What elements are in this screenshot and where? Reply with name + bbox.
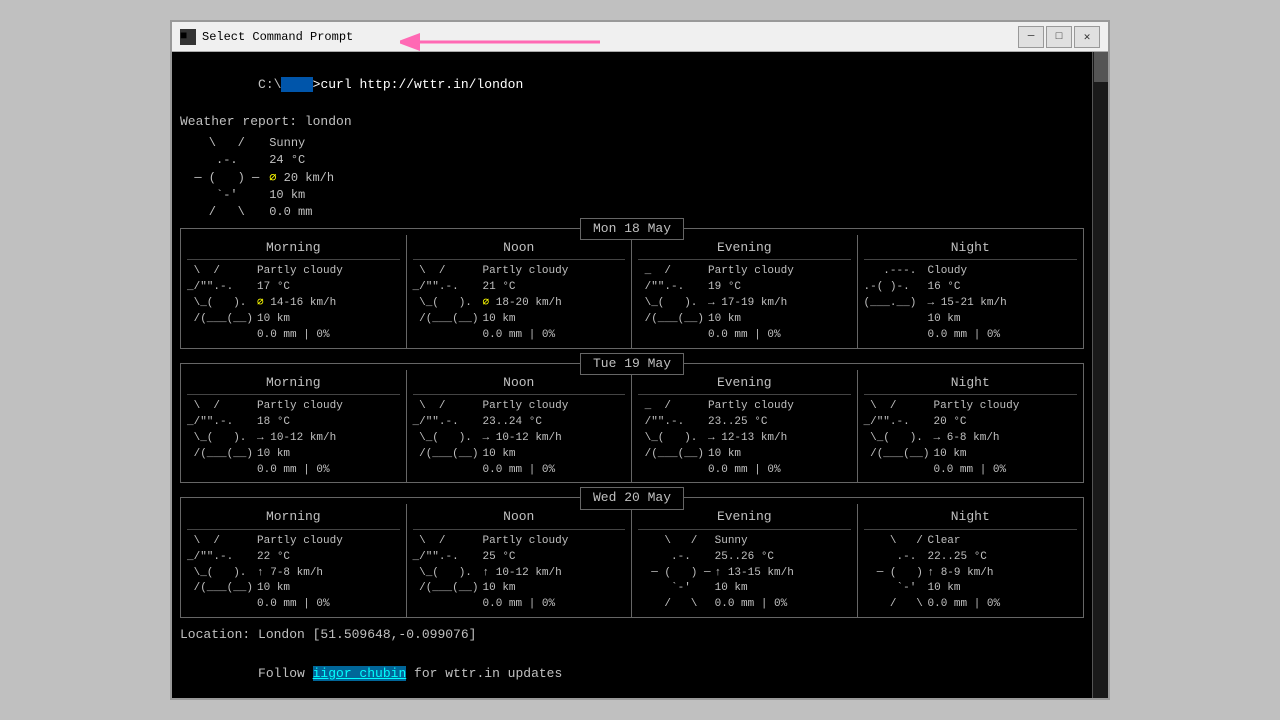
desc-mon-noon: Partly cloudy 21 °C ⌀ 18-20 km/h 10 km 0… [483,264,569,344]
maximize-button[interactable]: □ [1046,26,1072,48]
day-grid-tue: Morning \ / _/"".-. \_( ). /(___(__) Par… [181,370,1083,483]
current-desc: Sunny 24 °C ⌀ 20 km/h 10 km 0.0 mm [269,135,334,222]
period-wed-evening: Evening \ / .-. ─ ( ) ─ `-' / \ Sunny 25… [632,504,858,617]
period-header-mon-noon: Noon [413,239,626,260]
period-mon-noon: Noon \ / _/"".-. \_( ). /(___(__) Partly… [407,235,633,348]
period-content-wed-morning: \ / _/"".-. \_( ). /(___(__) Partly clou… [187,534,400,614]
period-content-tue-night: \ / _/"".-. \_( ). /(___(__) Partly clou… [864,399,1078,479]
period-tue-night: Night \ / _/"".-. \_( ). /(___(__) Partl… [858,370,1084,483]
period-wed-night: Night \ / .-. ─ ( ) `-' / \ Clear 22..25… [858,504,1084,617]
art-wed-noon: \ / _/"".-. \_( ). /(___(__) [413,534,479,614]
period-header-mon-morning: Morning [187,239,400,260]
desc-wed-night: Clear 22..25 °C ↑ 8-9 km/h 10 km 0.0 mm … [928,534,1001,614]
follow-suffix: for wttr.in updates [406,666,562,681]
window-title: Select Command Prompt [202,30,353,44]
command-prompt-window: ■ Select Command Prompt ─ □ ✕ C:\ >curl … [170,20,1110,700]
day-header-mon: Mon 18 May [580,218,684,240]
period-header-tue-morning: Morning [187,374,400,395]
highlight-text [281,77,312,92]
day-header-wed: Wed 20 May [580,487,684,509]
follow-line: Follow iigor_chubin for wttr.in updates [180,647,1084,698]
period-content-mon-evening: _ / /"".-. \_( ). /(___(__) Partly cloud… [638,264,851,344]
period-content-mon-noon: \ / _/"".-. \_( ). /(___(__) Partly clou… [413,264,626,344]
command-line: C:\ >curl http://wttr.in/london [180,58,1084,113]
desc-mon-morning: Partly cloudy 17 °C ⌀ 14-16 km/h 10 km 0… [257,264,343,344]
day-grid-wed: Morning \ / _/"".-. \_( ). /(___(__) Par… [181,504,1083,617]
period-tue-evening: Evening _ / /"".-. \_( ). /(___(__) Part… [632,370,858,483]
title-bar: ■ Select Command Prompt ─ □ ✕ [172,22,1108,52]
weather-report-header: Weather report: london [180,113,1084,131]
period-content-wed-night: \ / .-. ─ ( ) `-' / \ Clear 22..25 °C ↑ … [864,534,1078,614]
period-header-wed-noon: Noon [413,508,626,529]
period-content-wed-evening: \ / .-. ─ ( ) ─ `-' / \ Sunny 25..26 °C … [638,534,851,614]
art-mon-evening: _ / /"".-. \_( ). /(___(__) [638,264,704,344]
period-content-tue-noon: \ / _/"".-. \_( ). /(___(__) Partly clou… [413,399,626,479]
scrollbar-thumb[interactable] [1094,52,1108,82]
art-wed-night: \ / .-. ─ ( ) `-' / \ [864,534,924,614]
art-mon-noon: \ / _/"".-. \_( ). /(___(__) [413,264,479,344]
period-mon-morning: Morning \ / _/"".-. \_( ). /(___(__) Par… [181,235,407,348]
period-header-tue-noon: Noon [413,374,626,395]
period-header-tue-night: Night [864,374,1078,395]
period-header-wed-evening: Evening [638,508,851,529]
desc-mon-night: Cloudy 16 °C → 15-21 km/h 10 km 0.0 mm |… [928,264,1007,344]
current-art: \ / .-. ─ ( ) ─ `-' / \ [180,135,259,222]
period-tue-noon: Noon \ / _/"".-. \_( ). /(___(__) Partly… [407,370,633,483]
period-wed-morning: Morning \ / _/"".-. \_( ). /(___(__) Par… [181,504,407,617]
period-content-tue-evening: _ / /"".-. \_( ). /(___(__) Partly cloud… [638,399,851,479]
period-content-tue-morning: \ / _/"".-. \_( ). /(___(__) Partly clou… [187,399,400,479]
art-wed-morning: \ / _/"".-. \_( ). /(___(__) [187,534,253,614]
scrollbar[interactable] [1092,52,1108,698]
desc-wed-noon: Partly cloudy 25 °C ↑ 10-12 km/h 10 km 0… [483,534,569,614]
day-header-tue: Tue 19 May [580,353,684,375]
command-text: >curl http://wttr.in/london [313,77,524,92]
period-header-wed-morning: Morning [187,508,400,529]
art-tue-night: \ / _/"".-. \_( ). /(___(__) [864,399,930,479]
desc-wed-morning: Partly cloudy 22 °C ↑ 7-8 km/h 10 km 0.0… [257,534,343,614]
art-tue-morning: \ / _/"".-. \_( ). /(___(__) [187,399,253,479]
period-mon-evening: Evening _ / /"".-. \_( ). /(___(__) Part… [632,235,858,348]
period-wed-noon: Noon \ / _/"".-. \_( ). /(___(__) Partly… [407,504,633,617]
period-header-mon-evening: Evening [638,239,851,260]
desc-mon-evening: Partly cloudy 19 °C → 17-19 km/h 10 km 0… [708,264,794,344]
period-content-wed-noon: \ / _/"".-. \_( ). /(___(__) Partly clou… [413,534,626,614]
desc-tue-evening: Partly cloudy 23..25 °C → 12-13 km/h 10 … [708,399,794,479]
art-mon-morning: \ / _/"".-. \_( ). /(___(__) [187,264,253,344]
window-icon: ■ [180,29,196,45]
close-button[interactable]: ✕ [1074,26,1100,48]
desc-tue-morning: Partly cloudy 18 °C → 10-12 km/h 10 km 0… [257,399,343,479]
desc-wed-evening: Sunny 25..26 °C ↑ 13-15 km/h 10 km 0.0 m… [715,534,794,614]
day-section-wed: Wed 20 May Morning \ / _/"".-. \_( ). /(… [180,497,1084,618]
period-content-mon-morning: \ / _/"".-. \_( ). /(___(__) Partly clou… [187,264,400,344]
art-tue-noon: \ / _/"".-. \_( ). /(___(__) [413,399,479,479]
day-section-tue: Tue 19 May Morning \ / _/"".-. \_( ). /(… [180,363,1084,484]
period-tue-morning: Morning \ / _/"".-. \_( ). /(___(__) Par… [181,370,407,483]
title-bar-buttons: ─ □ ✕ [1018,26,1100,48]
terminal-area[interactable]: C:\ >curl http://wttr.in/london Weather … [172,52,1092,698]
period-header-mon-night: Night [864,239,1078,260]
period-mon-night: Night .---. .-( )-. (___.__) Cloudy 16 °… [858,235,1084,348]
title-bar-left: ■ Select Command Prompt [180,29,353,45]
follow-link[interactable]: iigor_chubin [313,666,407,681]
period-header-wed-night: Night [864,508,1078,529]
art-mon-night: .---. .-( )-. (___.__) [864,264,924,344]
desc-tue-noon: Partly cloudy 23..24 °C → 10-12 km/h 10 … [483,399,569,479]
follow-prefix: Follow [258,666,313,681]
period-content-mon-night: .---. .-( )-. (___.__) Cloudy 16 °C → 15… [864,264,1078,344]
location-line: Location: London [51.509648,-0.099076] [180,626,1084,644]
day-section-mon: Mon 18 May Morning \ / _/"".-. \_( ). /(… [180,228,1084,349]
day-grid-mon: Morning \ / _/"".-. \_( ). /(___(__) Par… [181,235,1083,348]
period-header-tue-evening: Evening [638,374,851,395]
art-wed-evening: \ / .-. ─ ( ) ─ `-' / \ [638,534,711,614]
prompt-text: C:\ [258,77,281,92]
desc-tue-night: Partly cloudy 20 °C → 6-8 km/h 10 km 0.0… [934,399,1020,479]
art-tue-evening: _ / /"".-. \_( ). /(___(__) [638,399,704,479]
minimize-button[interactable]: ─ [1018,26,1044,48]
current-weather: \ / .-. ─ ( ) ─ `-' / \ Sunny 24 °C ⌀ 20… [180,135,1084,222]
